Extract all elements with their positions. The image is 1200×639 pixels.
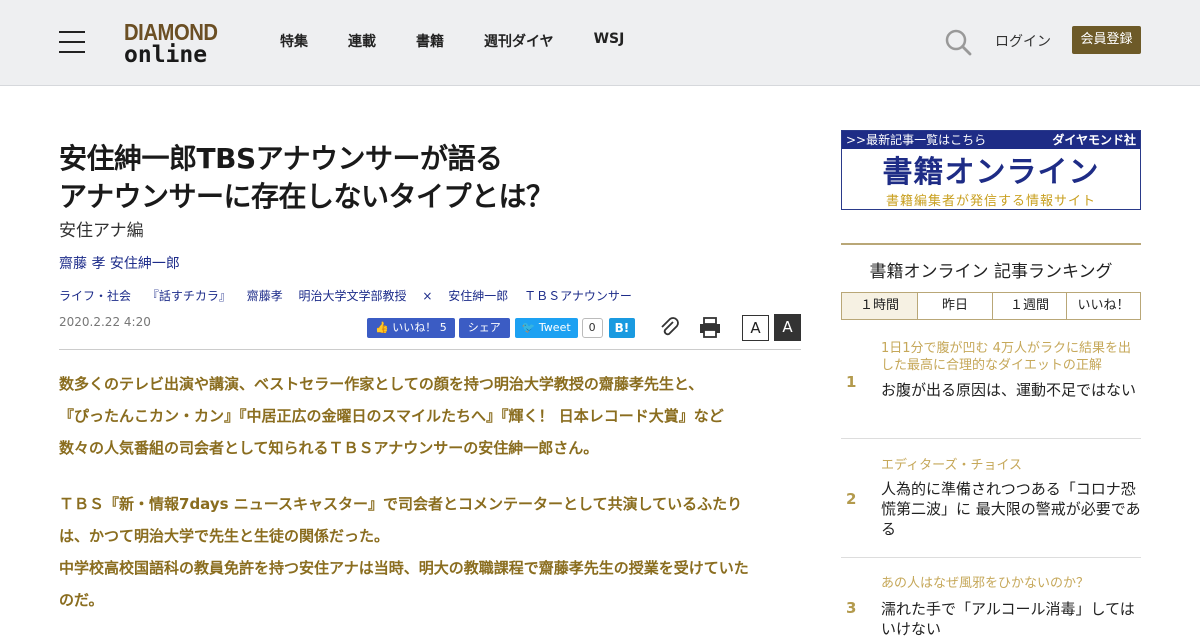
tweet-button[interactable]: 🐦 Tweet xyxy=(514,318,578,338)
tab-likes[interactable]: いいね！ xyxy=(1066,293,1140,319)
title-line2: アナウンサーに存在しないタイプとは？ xyxy=(59,180,554,213)
facebook-share-button[interactable]: シェア xyxy=(458,318,510,338)
tag-item[interactable]: 明治大学文学部教授 xyxy=(299,289,407,303)
lead-line: 『ぴったんこカン・カン』『中居正広の金曜日のスマイルたちへ』『輝く！ 日本レコー… xyxy=(59,407,724,425)
lead-line: 数多くのテレビ出演や講演、ベストセラー作家としての顔を持つ明治大学教授の齋藤孝先… xyxy=(59,375,704,393)
twitter-bird-icon: 🐦 xyxy=(521,321,539,334)
ranking-separator xyxy=(841,438,1141,439)
paperclip-icon[interactable] xyxy=(658,316,680,338)
tag-item[interactable]: 『話すチカラ』 xyxy=(147,289,231,303)
register-button[interactable]: 会員登録 xyxy=(1072,26,1141,54)
ranking-top-border xyxy=(841,243,1141,245)
banner-title: 書籍オンライン xyxy=(882,155,1100,190)
facebook-like-button[interactable]: 👍 いいね！ 5 xyxy=(367,318,455,338)
logo-line1: DIAMOND xyxy=(124,19,218,45)
tag-item[interactable]: 安住紳一郎 xyxy=(448,289,508,303)
ranking-tabs: １時間 昨日 １週間 いいね！ xyxy=(841,292,1141,320)
login-link[interactable]: ログイン xyxy=(995,31,1051,51)
rank-headline: お腹が出る原因は、運動不足ではない xyxy=(881,381,1137,399)
lead-line: は、かつて明治大学で先生と生徒の関係だった。 xyxy=(59,527,390,545)
nav-item-wsj[interactable]: WSJ xyxy=(594,31,625,51)
search-icon[interactable] xyxy=(944,28,972,56)
tweet-label: Tweet xyxy=(538,321,571,334)
article-divider xyxy=(59,349,801,350)
nav-item-feature[interactable]: 特集 xyxy=(280,31,308,51)
rank-category: 1日1分で腹が凹む 4万人がラクに結果を出した最高に合理的なダイエットの正解 xyxy=(881,341,1131,373)
font-size-small-button[interactable]: A xyxy=(742,315,769,341)
like-label: いいね！ 5 xyxy=(392,321,447,334)
tag-item: × xyxy=(422,289,433,303)
article-authors[interactable]: 齋藤 孝 安住紳一郎 xyxy=(59,253,180,273)
site-header: DIAMOND online 特集 連載 書籍 週刊ダイヤ WSJ ログイン 会… xyxy=(0,0,1200,86)
lead-line: のだ。 xyxy=(59,591,104,609)
rank-number: 1 xyxy=(846,373,857,391)
hatena-bookmark-button[interactable]: B! xyxy=(608,318,636,338)
ranking-separator xyxy=(841,557,1141,558)
site-logo[interactable]: DIAMOND online xyxy=(124,19,228,68)
tweet-count: 0 xyxy=(581,318,603,338)
tab-yesterday[interactable]: 昨日 xyxy=(917,293,992,319)
font-size-large-button[interactable]: A xyxy=(774,314,801,341)
lead-line: 数々の人気番組の司会者として知られるＴＢＳアナウンサーの安住紳一郎さん。 xyxy=(59,439,599,457)
nav-item-books[interactable]: 書籍 xyxy=(416,31,444,51)
lead-line: ＴＢＳ『新・情報7days ニュースキャスター』で司会者とコメンテーターとして共… xyxy=(59,495,743,513)
tab-1week[interactable]: １週間 xyxy=(992,293,1066,319)
lead-paragraph-1: 数多くのテレビ出演や講演、ベストセラー作家としての顔を持つ明治大学教授の齋藤孝先… xyxy=(59,368,801,464)
logo-line2: online xyxy=(124,42,208,68)
tab-1hour[interactable]: １時間 xyxy=(842,293,917,319)
main-nav: 特集 連載 書籍 週刊ダイヤ WSJ xyxy=(280,31,664,51)
article-subtitle: 安住アナ編 xyxy=(59,221,144,241)
ranking-title: 書籍オンライン 記事ランキング xyxy=(869,262,1113,282)
rank-number: 3 xyxy=(846,599,857,617)
tag-list: ライフ・社会 『話すチカラ』 齋藤孝 明治大学文学部教授 × 安住紳一郎 ＴＢＳ… xyxy=(59,287,644,304)
banner-subtitle: 書籍編集者が発信する情報サイト xyxy=(885,194,1096,209)
menu-icon[interactable] xyxy=(59,31,85,53)
rank-category: エディターズ・チョイス xyxy=(881,458,1023,473)
nav-item-series[interactable]: 連載 xyxy=(348,31,376,51)
thumbs-up-icon: 👍 xyxy=(375,321,393,334)
tag-item[interactable]: ライフ・社会 xyxy=(59,289,131,303)
publish-date: 2020.2.22 4:20 xyxy=(59,315,151,329)
tag-item[interactable]: ＴＢＳアナウンサー xyxy=(524,289,632,303)
rank-headline: 濡れた手で「アルコール消毒」してはいけない xyxy=(881,600,1135,638)
article-title: 安住紳一郎TBSアナウンサーが語る アナウンサーに存在しないタイプとは？ xyxy=(59,140,679,216)
print-icon[interactable] xyxy=(699,316,721,338)
lead-paragraph-2: ＴＢＳ『新・情報7days ニュースキャスター』で司会者とコメンテーターとして共… xyxy=(59,488,801,616)
rank-number: 2 xyxy=(846,490,857,508)
nav-item-weekly[interactable]: 週刊ダイヤ xyxy=(484,31,554,51)
social-buttons: 👍 いいね！ 5 シェア 🐦 Tweet 0 B! xyxy=(367,318,636,338)
title-line1: 安住紳一郎TBSアナウンサーが語る xyxy=(59,142,503,175)
books-online-banner[interactable]: >>最新記事一覧はこちら ダイヤモンド社 書籍オンライン 書籍編集者が発信する情… xyxy=(841,130,1141,210)
rank-headline: 人為的に準備されつつある「コロナ恐慌第二波」に 最大限の警戒が必要である xyxy=(881,480,1141,538)
tag-item[interactable]: 齋藤孝 xyxy=(247,289,283,303)
lead-line: 中学校高校国語科の教員免許を持つ安住アナは当時、明大の教職課程で齋藤孝先生の授業… xyxy=(59,559,749,577)
rank-category: あの人はなぜ風邪をひかないのか？ xyxy=(881,576,1090,591)
